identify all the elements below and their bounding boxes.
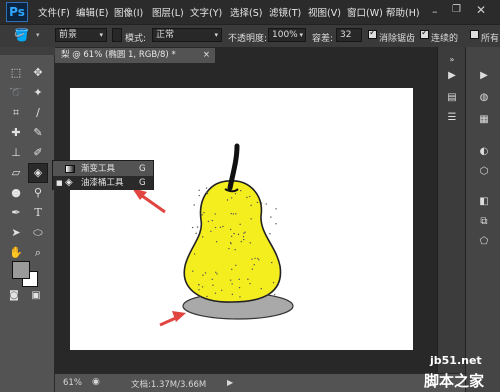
info-icon[interactable]: ◉ — [92, 377, 100, 387]
layers-icon[interactable]: ◧ — [476, 195, 492, 209]
swatches-icon[interactable]: ▦ — [476, 113, 492, 127]
collapse-panels-icon[interactable]: » — [444, 53, 460, 67]
color-wheel-icon[interactable]: ◍ — [476, 91, 492, 105]
panel-dock: » ▶ ▤ ☰ — [437, 47, 465, 373]
selected-bullet-icon: ■ — [56, 179, 63, 187]
paths-icon[interactable]: ⬠ — [476, 235, 492, 249]
side-panel-icons: ▶ ◍ ▦ ◐ ⬡ ◧ ⧉ ⬠ — [465, 47, 500, 392]
status-bar: 61% ◉ 文档:1.37M/3.66M ▶ — [55, 373, 465, 392]
gradient-icon — [65, 165, 75, 173]
annotation-arrow-shadow — [159, 311, 186, 327]
watermark-url: jb51.net — [430, 354, 482, 367]
document-size: 文档:1.37M/3.66M — [131, 380, 207, 390]
play-icon[interactable]: ▶ — [444, 69, 460, 83]
adjustments-icon[interactable]: ◐ — [476, 145, 492, 159]
styles-icon[interactable]: ⬡ — [476, 165, 492, 179]
status-menu-icon[interactable]: ▶ — [227, 378, 233, 387]
watermark: jb51.net 脚本之家 — [420, 352, 500, 392]
channels-icon[interactable]: ⧉ — [476, 215, 492, 229]
paint-bucket-icon: ◈ — [65, 177, 73, 188]
history-icon[interactable]: ▤ — [444, 91, 460, 105]
flyout-gradient-shortcut: G — [139, 164, 146, 174]
gradient-tool-flyout: 渐变工具 G ■ ◈ 油漆桶工具 G — [52, 160, 154, 190]
play-icon[interactable]: ▶ — [476, 69, 492, 83]
flyout-item-paint-bucket[interactable]: ■ ◈ 油漆桶工具 G — [53, 176, 153, 190]
flyout-item-gradient[interactable]: 渐变工具 G — [53, 162, 153, 176]
annotation-arrows — [132, 188, 186, 327]
zoom-level[interactable]: 61% — [63, 378, 82, 388]
properties-icon[interactable]: ☰ — [444, 111, 460, 125]
annotation-arrow-flyout — [132, 188, 166, 214]
flyout-paint-bucket-label: 油漆桶工具 — [81, 178, 124, 188]
watermark-site-name: 脚本之家 — [424, 372, 485, 390]
flyout-paint-bucket-shortcut: G — [139, 178, 146, 188]
flyout-gradient-label: 渐变工具 — [81, 164, 116, 174]
